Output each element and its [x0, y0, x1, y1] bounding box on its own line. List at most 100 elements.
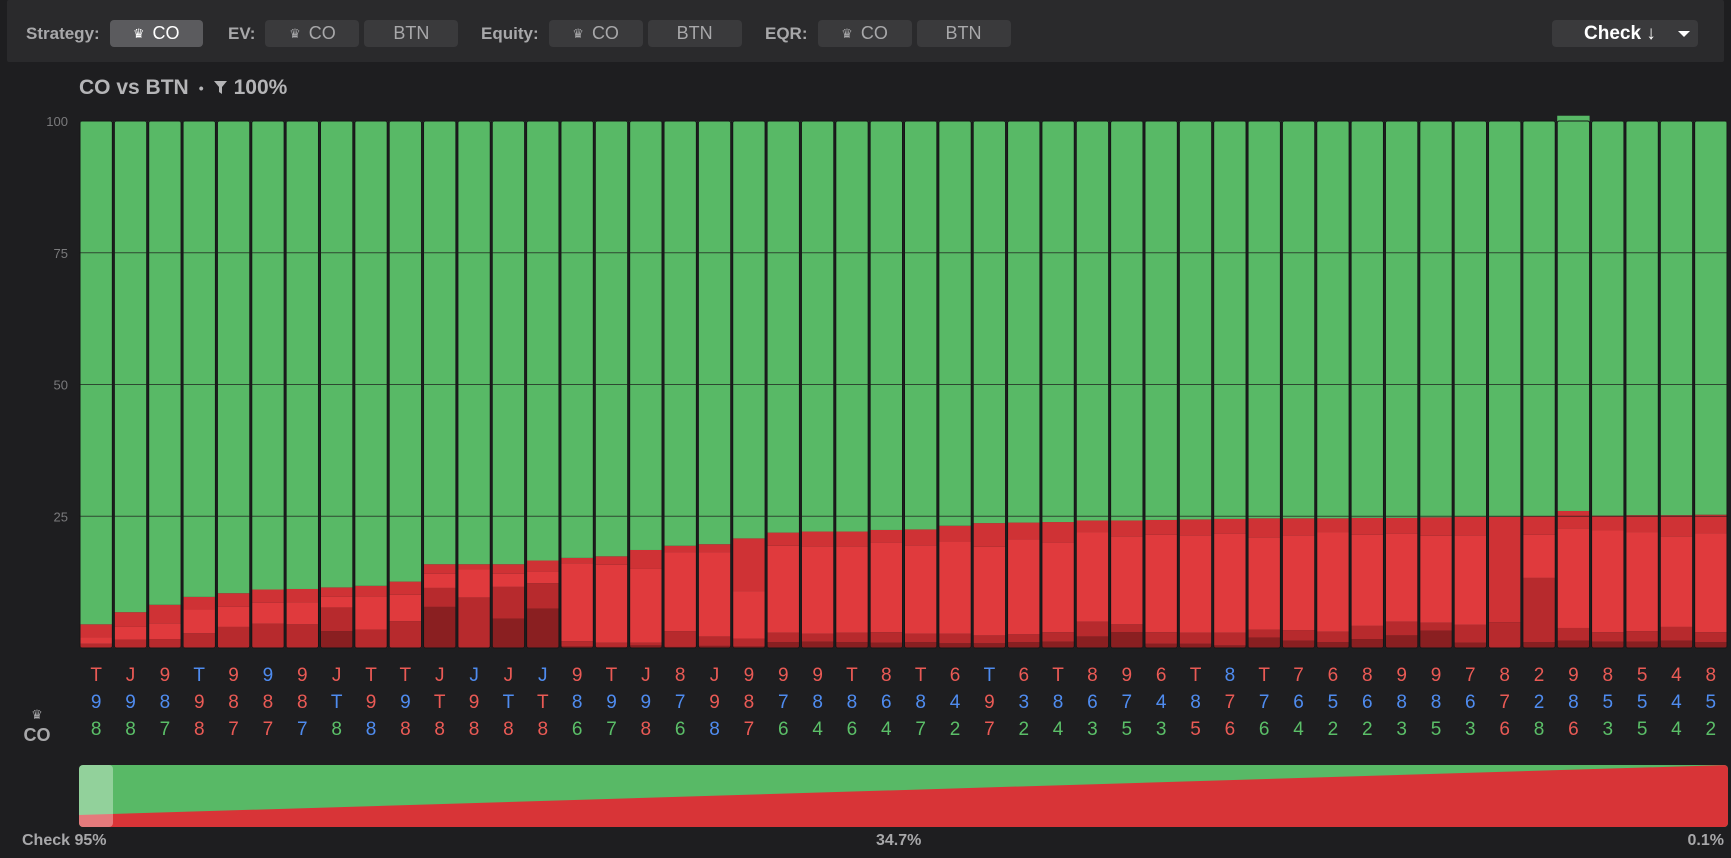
bar-segment-bet-1 [251, 589, 285, 603]
bar-segment-check [801, 121, 834, 532]
x-tick-card-label: 8 [709, 719, 720, 740]
bar-segment-bet-2 [938, 541, 972, 634]
bar-segment-bet-4 [492, 618, 525, 648]
bar-segment-check [526, 121, 559, 561]
x-tick-card-label: 7 [1122, 692, 1133, 713]
x-tick-card-label: 8 [400, 719, 411, 740]
bar-segment-bet-1 [1454, 516, 1487, 536]
bar-segment-check [217, 121, 250, 594]
x-tick-card-label: 9 [228, 665, 239, 686]
bar-segment-check [114, 121, 147, 613]
x-tick-card-label: 9 [572, 665, 583, 686]
x-tick-card-label: T [537, 692, 549, 713]
bar-segment-bet-3 [389, 621, 422, 648]
bar-segment-bet-3 [1248, 629, 1281, 638]
x-tick-card-label: T [1258, 665, 1270, 686]
overview-strip[interactable] [79, 765, 1728, 827]
bar-segment-bet-1 [183, 596, 216, 610]
bar-segment-bet-1 [1591, 515, 1624, 531]
x-tick-card-label: 6 [1328, 665, 1339, 686]
x-tick-card-label: 5 [1328, 692, 1339, 713]
crown-icon: ♛ [31, 707, 43, 722]
bar-segment-bet-1 [1076, 520, 1109, 533]
bar-segment-check [560, 121, 594, 558]
x-tick-card-label: 8 [847, 692, 858, 713]
bar-segment-check [1144, 121, 1178, 520]
bar-segment-bet-3 [1351, 625, 1384, 640]
bar-segment-check [251, 121, 285, 590]
bar-segment-check [1041, 121, 1075, 523]
bar-segment-bet-2 [1522, 534, 1556, 578]
x-tick-card-label: 8 [881, 665, 892, 686]
bar-segment-bet-2 [1625, 532, 1659, 632]
bar-segment-bet-2 [1179, 535, 1212, 633]
x-tick-card-label: 4 [1671, 692, 1682, 713]
bar-segment-bet-4 [1557, 640, 1590, 648]
bar-segment-bet-2 [595, 564, 628, 643]
x-tick-card-label: T [503, 692, 515, 713]
x-tick-card-label: J [332, 665, 342, 686]
x-tick-card-label: J [710, 665, 720, 686]
x-tick-card-label: T [331, 692, 343, 713]
bar-segment-bet-3 [492, 586, 525, 619]
x-tick-card-label: 6 [572, 719, 583, 740]
x-tick-card-label: T [606, 665, 618, 686]
bar-segment-bet-3 [1488, 622, 1521, 648]
bar-segment-check [1557, 115, 1590, 511]
bar-segment-bet-3 [320, 607, 353, 632]
x-tick-card-label: 9 [160, 665, 171, 686]
x-tick-card-label: 6 [1225, 719, 1236, 740]
bar-segment-bet-2 [1557, 528, 1590, 628]
bar-segment-check [320, 121, 353, 588]
x-tick-card-label: T [365, 665, 377, 686]
bar-segment-bet-2 [1213, 533, 1247, 633]
bar-segment-bet-3 [1144, 632, 1178, 644]
bar-segment-bet-3 [354, 629, 388, 648]
x-tick-card-label: 9 [1568, 665, 1579, 686]
bar-segment-bet-1 [1660, 515, 1693, 537]
axis-player-label: CO [23, 725, 51, 745]
bar-segment-bet-1 [1316, 518, 1350, 533]
bar-segment-check [1351, 121, 1384, 518]
bar-segment-check [732, 121, 766, 539]
bar-segment-bet-1 [320, 587, 353, 597]
x-tick-card-label: 7 [228, 719, 239, 740]
x-tick-card-label: 7 [984, 719, 995, 740]
bar-segment-bet-4 [767, 642, 800, 648]
bar-segment-check [1385, 121, 1418, 518]
bar-segment-check [973, 121, 1006, 524]
bar-segment-check [1110, 121, 1143, 521]
x-tick-card-label: 9 [194, 692, 205, 713]
bar-segment-bet-3 [560, 641, 594, 647]
bar-segment-bet-2 [698, 552, 731, 637]
x-tick-card-label: 5 [1637, 719, 1648, 740]
x-tick-card-label: 6 [847, 719, 858, 740]
bar-segment-check [148, 121, 182, 605]
bar-segment-bet-4 [904, 642, 937, 648]
x-tick-card-label: 9 [91, 692, 102, 713]
x-tick-card-label: 8 [1706, 665, 1717, 686]
bar-segment-bet-2 [973, 546, 1006, 636]
x-tick-card-label: 9 [469, 692, 480, 713]
overview-handle[interactable] [79, 765, 113, 827]
footer-right-percent: 0.1% [1687, 832, 1724, 849]
bar-segment-bet-3 [526, 583, 559, 609]
x-tick-card-label: 8 [297, 692, 308, 713]
bar-segment-check [1488, 121, 1521, 517]
x-tick-card-label: 9 [641, 692, 652, 713]
y-tick-label: 25 [54, 509, 68, 524]
bar-segment-bet-1 [526, 560, 559, 572]
bar-segment-bet-3 [1625, 631, 1659, 642]
bar-segment-bet-4 [1351, 639, 1384, 648]
bar-segment-bet-2 [286, 602, 319, 625]
x-tick-card-label: 7 [606, 719, 617, 740]
x-tick-card-label: 9 [812, 665, 823, 686]
x-tick-card-label: 4 [1156, 692, 1167, 713]
bar-segment-bet-3 [973, 635, 1006, 644]
bar-segment-bet-4 [1591, 641, 1624, 648]
x-tick-card-label: 8 [915, 692, 926, 713]
bar-segment-bet-3 [1076, 621, 1109, 637]
x-tick-card-label: J [504, 665, 514, 686]
bar-segment-check [80, 121, 113, 625]
bar-segment-bet-1 [629, 549, 663, 569]
